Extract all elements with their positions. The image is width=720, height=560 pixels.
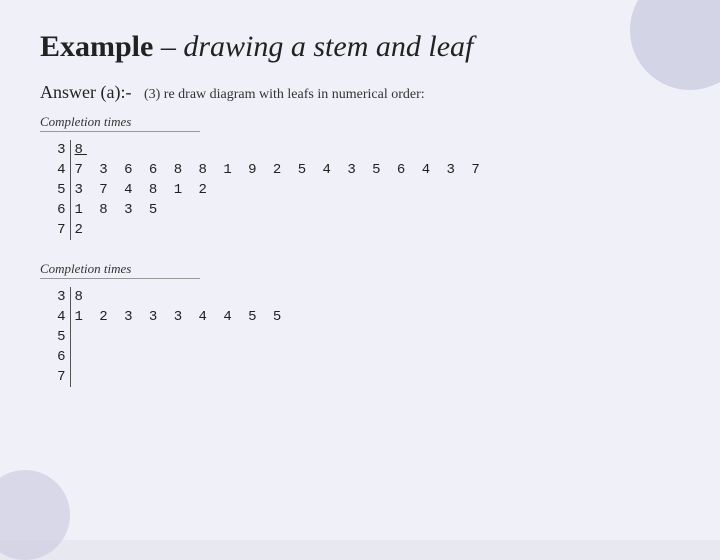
leaf-cell: 8: [70, 287, 289, 307]
leaf-cell: [70, 347, 289, 367]
answer-instruction: (3) re draw diagram with leafs in numeri…: [144, 87, 425, 102]
stem-cell: 6: [40, 200, 70, 220]
leaf-cell: 1 8 3 5: [70, 200, 488, 220]
section1-title: Completion times: [40, 114, 200, 132]
section2: Completion times 3 8 4 1 2 3 3 3 4 4 5 5…: [40, 260, 680, 387]
leaf-cell: 2: [70, 220, 488, 240]
table-row: 7: [40, 367, 289, 387]
stem-cell: 6: [40, 347, 70, 367]
leaf-cell: 7 3 6 6 8 8 1 9 2 5 4 3 5 6 4 3 7: [70, 160, 488, 180]
leaf-cell: 3 7 4 8 1 2: [70, 180, 488, 200]
leaf-cell: [70, 367, 289, 387]
table-row: 6: [40, 347, 289, 367]
slide: Example – drawing a stem and leaf Answer…: [0, 0, 720, 540]
table-row: 6 1 8 3 5: [40, 200, 488, 220]
stem-cell: 5: [40, 180, 70, 200]
decorative-circle-bottom: [0, 470, 70, 560]
answer-label: Answer (a):- (3) re draw diagram with le…: [40, 82, 680, 103]
section1-table: 3 8 4 7 3 6 6 8 8 1 9 2 5 4 3 5 6 4 3 7 …: [40, 140, 488, 240]
section1: Completion times 3 8 4 7 3 6 6 8 8 1 9 2…: [40, 113, 680, 240]
stem-cell: 4: [40, 307, 70, 327]
leaf-cell: 8: [70, 140, 488, 160]
table-row: 3 8: [40, 140, 488, 160]
table-row: 3 8: [40, 287, 289, 307]
table-row: 4 1 2 3 3 3 4 4 5 5: [40, 307, 289, 327]
table-row: 4 7 3 6 6 8 8 1 9 2 5 4 3 5 6 4 3 7: [40, 160, 488, 180]
section2-table: 3 8 4 1 2 3 3 3 4 4 5 5 5 6 7: [40, 287, 289, 387]
table-row: 5 3 7 4 8 1 2: [40, 180, 488, 200]
leaf-cell: [70, 327, 289, 347]
stem-cell: 3: [40, 287, 70, 307]
decorative-circle-top: [630, 0, 720, 90]
leaf-cell: 1 2 3 3 3 4 4 5 5: [70, 307, 289, 327]
stem-cell: 7: [40, 367, 70, 387]
answer-prefix: Answer (a):-: [40, 82, 131, 102]
page-title: Example – drawing a stem and leaf: [40, 30, 680, 64]
stem-cell: 4: [40, 160, 70, 180]
section2-title: Completion times: [40, 261, 200, 279]
table-row: 7 2: [40, 220, 488, 240]
table-row: 5: [40, 327, 289, 347]
stem-cell: 3: [40, 140, 70, 160]
stem-cell: 7: [40, 220, 70, 240]
stem-cell: 5: [40, 327, 70, 347]
